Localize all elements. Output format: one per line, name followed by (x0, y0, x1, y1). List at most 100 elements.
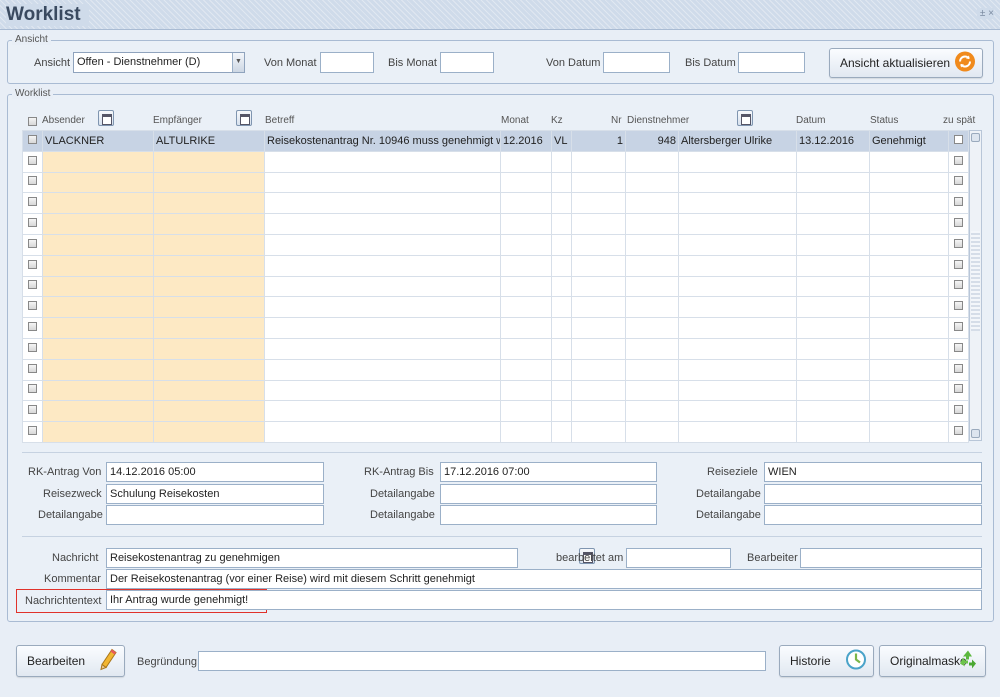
table-row[interactable] (22, 358, 969, 381)
window-controls-icon[interactable]: ± × (976, 8, 994, 19)
empfaenger-calendar-icon[interactable] (236, 110, 253, 126)
scroll-up-arrow-icon[interactable] (971, 133, 980, 142)
row-zu-spaet-checkbox[interactable] (948, 171, 969, 194)
col-betreff[interactable]: Betreff (265, 115, 294, 126)
row-checkbox[interactable] (22, 150, 43, 173)
row-checkbox[interactable] (22, 421, 43, 443)
bis-datum-input[interactable] (738, 52, 805, 73)
row-zu-spaet-checkbox[interactable] (948, 275, 969, 298)
table-row[interactable] (22, 171, 969, 194)
table-row[interactable] (22, 233, 969, 256)
row-checkbox[interactable] (22, 192, 43, 215)
worklist-scrollbar[interactable] (969, 130, 982, 441)
reiseziele-field[interactable]: WIEN (764, 462, 982, 482)
col-datum[interactable]: Datum (796, 115, 825, 126)
row-zu-spaet-checkbox[interactable] (948, 254, 969, 277)
table-cell (796, 296, 870, 319)
row-checkbox[interactable] (22, 171, 43, 194)
von-monat-input[interactable] (320, 52, 374, 73)
row-checkbox[interactable] (22, 233, 43, 256)
col-empfaenger[interactable]: Empfänger (153, 115, 202, 126)
table-row[interactable] (22, 192, 969, 215)
col-absender[interactable]: Absender (42, 115, 85, 126)
table-cell (571, 171, 626, 194)
table-cell (625, 192, 679, 215)
originalmaske-button[interactable]: Originalmaske (879, 645, 986, 677)
row-zu-spaet-checkbox[interactable] (948, 421, 969, 443)
row-zu-spaet-checkbox[interactable] (948, 233, 969, 256)
bis-monat-input[interactable] (440, 52, 494, 73)
bearbeitet-am-field[interactable] (626, 548, 731, 568)
row-checkbox[interactable] (22, 337, 43, 360)
select-all-checkbox[interactable] (28, 117, 37, 126)
historie-button[interactable]: Historie (779, 645, 874, 677)
row-checkbox[interactable] (22, 296, 43, 319)
kommentar-field[interactable]: Der Reisekostenantrag (vor einer Reise) … (106, 569, 982, 589)
table-cell (42, 358, 154, 381)
row-zu-spaet-checkbox[interactable] (948, 358, 969, 381)
table-row[interactable] (22, 254, 969, 277)
table-cell (42, 150, 154, 173)
nachrichtentext-field[interactable]: Ihr Antrag wurde genehmigt! (106, 590, 982, 610)
ansicht-aktualisieren-button[interactable]: Ansicht aktualisieren (829, 48, 983, 78)
table-row[interactable] (22, 150, 969, 173)
absender-calendar-icon[interactable] (98, 110, 114, 126)
row-checkbox[interactable] (22, 358, 43, 381)
col-zu-spaet[interactable]: zu spät (943, 115, 975, 126)
table-row[interactable] (22, 421, 969, 443)
dienstnehmer-calendar-icon[interactable] (737, 110, 754, 126)
table-row[interactable] (22, 379, 969, 402)
table-row[interactable] (22, 400, 969, 423)
col-nr[interactable]: Nr (611, 115, 622, 126)
row-checkbox[interactable] (22, 254, 43, 277)
row-checkbox[interactable] (22, 379, 43, 402)
col-dienstnehmer[interactable]: Dienstnehmer (627, 115, 689, 126)
table-row[interactable] (22, 337, 969, 360)
von-datum-input[interactable] (603, 52, 670, 73)
row-checkbox[interactable] (22, 130, 43, 152)
rk-bis-field[interactable]: 17.12.2016 07:00 (440, 462, 657, 482)
row-checkbox[interactable] (22, 213, 43, 235)
row-zu-spaet-checkbox[interactable] (948, 213, 969, 235)
chevron-down-icon[interactable]: ▼ (232, 53, 244, 72)
table-cell (869, 337, 949, 360)
table-cell (500, 150, 552, 173)
refresh-icon (954, 51, 976, 76)
detailangabe-field-5[interactable] (764, 505, 982, 525)
bearbeiten-button[interactable]: Bearbeiten (16, 645, 125, 677)
scroll-thumb[interactable] (971, 231, 980, 331)
col-status[interactable]: Status (870, 115, 898, 126)
row-zu-spaet-checkbox[interactable] (948, 192, 969, 215)
table-row[interactable]: VLACKNER ALTULRIKE Reisekostenantrag Nr.… (22, 130, 969, 152)
col-monat[interactable]: Monat (501, 115, 529, 126)
nachricht-field[interactable]: Reisekostenantrag zu genehmigen (106, 548, 518, 568)
row-zu-spaet-checkbox[interactable] (948, 400, 969, 423)
row-zu-spaet-checkbox[interactable] (948, 150, 969, 173)
cell-datum: 13.12.2016 (796, 130, 870, 152)
bearbeiter-label: Bearbeiter (747, 552, 798, 564)
begruendung-field[interactable] (198, 651, 766, 671)
row-checkbox[interactable] (22, 317, 43, 339)
detailangabe-field-1[interactable] (440, 484, 657, 504)
table-row[interactable] (22, 317, 969, 339)
detailangabe-field-4[interactable] (440, 505, 657, 525)
table-cell (625, 379, 679, 402)
detailangabe-field-3[interactable] (106, 505, 324, 525)
col-kz[interactable]: Kz (551, 115, 563, 126)
row-zu-spaet-checkbox[interactable] (948, 379, 969, 402)
bearbeiter-field[interactable] (800, 548, 982, 568)
row-zu-spaet-checkbox[interactable] (948, 337, 969, 360)
reisezweck-field[interactable]: Schulung Reisekosten (106, 484, 324, 504)
row-zu-spaet-checkbox[interactable] (948, 317, 969, 339)
table-row[interactable] (22, 275, 969, 298)
ansicht-select[interactable]: Offen - Dienstnehmer (D) ▼ (73, 52, 245, 73)
table-row[interactable] (22, 296, 969, 319)
detailangabe-field-2[interactable] (764, 484, 982, 504)
rk-von-field[interactable]: 14.12.2016 05:00 (106, 462, 324, 482)
scroll-down-arrow-icon[interactable] (971, 429, 980, 438)
row-checkbox[interactable] (22, 400, 43, 423)
row-zu-spaet-checkbox[interactable] (948, 130, 969, 152)
table-row[interactable] (22, 213, 969, 235)
row-checkbox[interactable] (22, 275, 43, 298)
row-zu-spaet-checkbox[interactable] (948, 296, 969, 319)
